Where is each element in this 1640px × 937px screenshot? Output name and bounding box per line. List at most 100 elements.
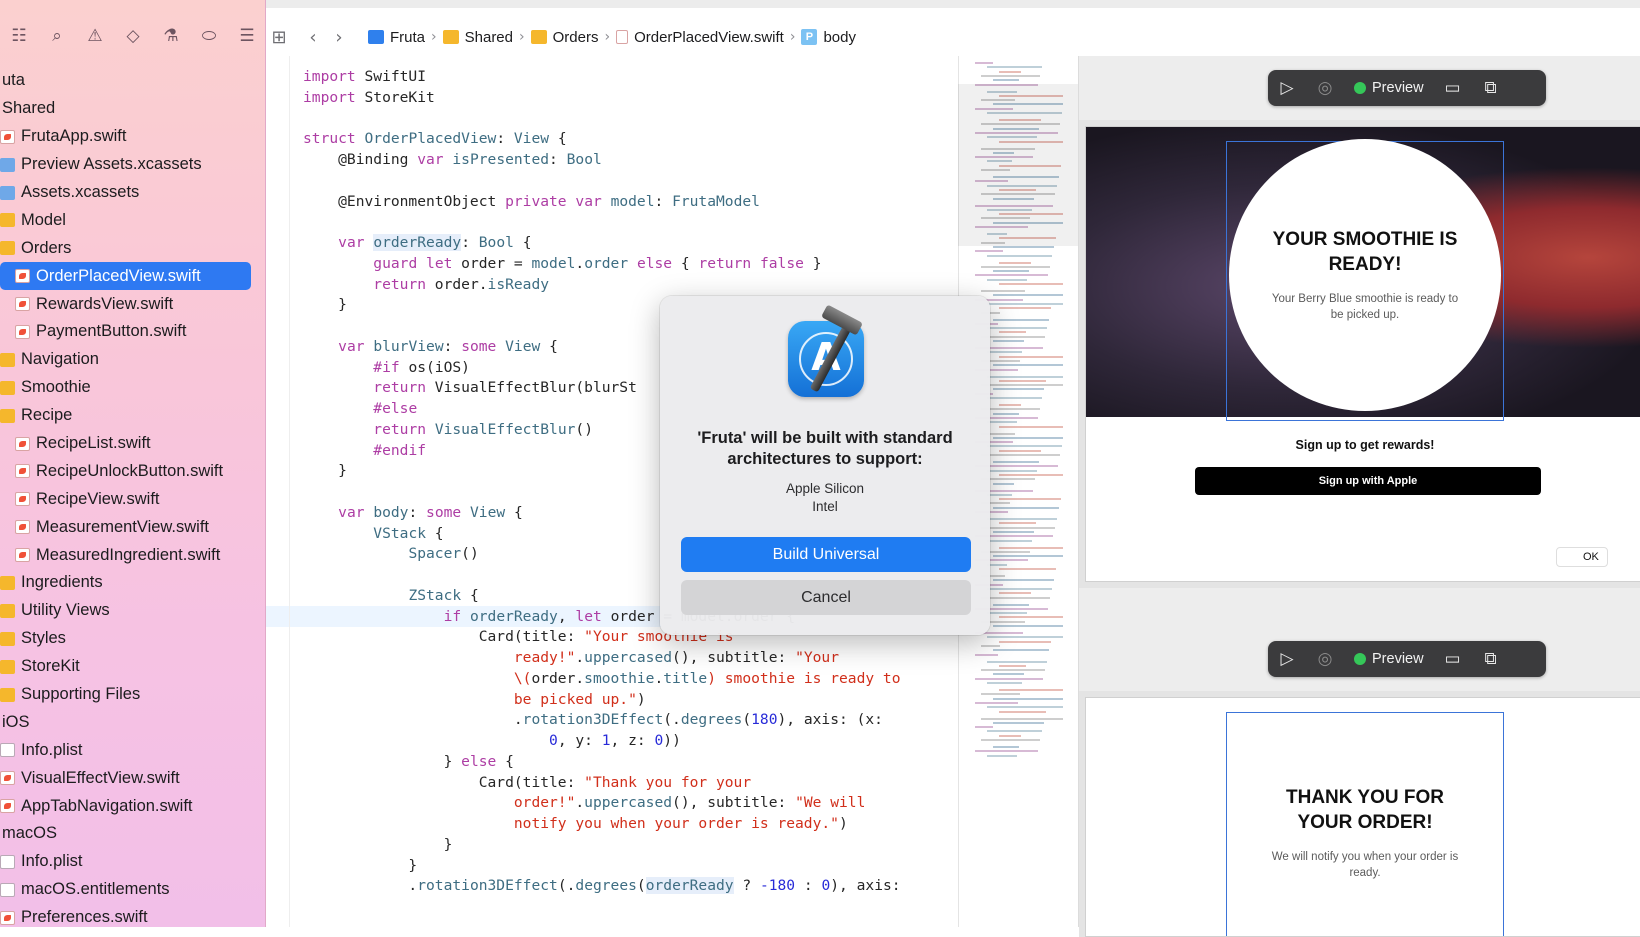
back-button[interactable]: ‹ [300, 24, 326, 50]
report-navigator-icon[interactable]: ☰ [228, 21, 265, 51]
tree-item[interactable]: Preferences.swift [0, 904, 265, 927]
build-universal-button[interactable]: Build Universal [681, 537, 971, 572]
tree-item[interactable]: RewardsView.swift [0, 290, 265, 318]
tree-item[interactable]: Styles [0, 625, 265, 653]
device-settings-icon[interactable]: ▭ [1434, 641, 1472, 677]
minimap-line [999, 710, 1046, 713]
tree-item[interactable]: VisualEffectView.swift [0, 764, 265, 792]
code-line[interactable]: return order.isReady [303, 276, 549, 298]
tree-item[interactable]: Orders [0, 234, 265, 262]
minimap-visible-region[interactable] [958, 84, 1078, 246]
tree-item[interactable]: Shared [0, 95, 265, 123]
tree-item[interactable]: MeasurementView.swift [0, 513, 265, 541]
duplicate-preview-icon[interactable]: ⧉ [1472, 70, 1510, 106]
code-line[interactable]: var blurView: some View { [303, 338, 558, 360]
breadcrumb-item[interactable]: Fruta [368, 29, 425, 46]
cancel-button[interactable]: Cancel [681, 580, 971, 615]
grid-icon[interactable]: ⊞ [266, 24, 292, 50]
navigator-folder-icon[interactable]: ☷ [0, 21, 38, 51]
tree-item[interactable]: Recipe [0, 402, 265, 430]
code-line[interactable]: order!".uppercased(), subtitle: "We will [303, 794, 866, 816]
code-line[interactable]: Card(title: "Thank you for your [303, 774, 751, 796]
tree-item[interactable]: RecipeList.swift [0, 430, 265, 458]
code-line[interactable]: return VisualEffectBlur(blurSt [303, 379, 637, 401]
tree-item[interactable]: Supporting Files [0, 681, 265, 709]
code-line[interactable]: notify you when your order is ready.") [303, 815, 848, 837]
issue-navigator-icon[interactable]: ⚠ [76, 21, 114, 51]
code-line[interactable]: } [303, 462, 347, 484]
code-line[interactable]: guard let order = model.order else { ret… [303, 255, 821, 277]
tree-item[interactable]: MeasuredIngredient.swift [0, 541, 265, 569]
breakpoint-navigator-icon[interactable]: ⬭ [190, 21, 228, 51]
duplicate-preview-icon[interactable]: ⧉ [1472, 641, 1510, 677]
minimap-line [987, 278, 1027, 281]
code-line[interactable]: import StoreKit [303, 89, 435, 111]
tree-item[interactable]: PaymentButton.swift [0, 318, 265, 346]
tree-item[interactable]: Assets.xcassets [0, 179, 265, 207]
minimap-line [993, 625, 1063, 627]
find-navigator-icon[interactable]: ⌕ [38, 21, 76, 51]
tree-item[interactable]: Info.plist [0, 736, 265, 764]
test-navigator-icon[interactable]: ◇ [114, 21, 152, 51]
minimap-line [987, 302, 1063, 305]
code-line[interactable]: import SwiftUI [303, 68, 426, 90]
tree-item[interactable]: Model [0, 206, 265, 234]
minimap-line [981, 739, 1040, 741]
ok-button[interactable]: OK [1556, 547, 1608, 567]
code-line[interactable]: #endif [303, 442, 426, 464]
tree-item[interactable]: RecipeView.swift [0, 485, 265, 513]
code-line[interactable]: } [303, 857, 417, 879]
code-token: false [759, 254, 804, 272]
preview-label[interactable]: Preview [1354, 651, 1424, 667]
tree-item[interactable]: Utility Views [0, 597, 265, 625]
code-line[interactable]: @Binding var isPresented: Bool [303, 151, 602, 173]
code-line[interactable]: VStack { [303, 525, 443, 547]
code-line[interactable]: Spacer() [303, 545, 478, 567]
tree-item[interactable]: Ingredients [0, 569, 265, 597]
code-line[interactable]: .rotation3DEffect(.degrees(orderReady ? … [303, 877, 901, 899]
code-line[interactable]: \(order.smoothie.title) smoothie is read… [303, 670, 901, 692]
breadcrumb-item[interactable]: OrderPlacedView.swift [616, 29, 784, 46]
code-line[interactable]: } [303, 296, 347, 318]
inspect-icon[interactable]: ◎ [1306, 70, 1344, 106]
tree-item[interactable]: Info.plist [0, 848, 265, 876]
breadcrumb-item[interactable]: Pbody [801, 29, 856, 46]
preview-label[interactable]: Preview [1354, 80, 1424, 96]
inspect-icon[interactable]: ◎ [1306, 641, 1344, 677]
tree-item[interactable]: iOS [0, 708, 265, 736]
sign-up-with-apple-button[interactable]: Sign up with Apple [1195, 467, 1541, 495]
tree-item[interactable]: AppTabNavigation.swift [0, 792, 265, 820]
tree-item[interactable]: uta [0, 67, 265, 95]
live-preview-icon[interactable]: ▷ [1268, 70, 1306, 106]
forward-button[interactable]: › [326, 24, 352, 50]
code-line[interactable]: var orderReady: Bool { [303, 234, 532, 256]
tree-item[interactable]: Preview Assets.xcassets [0, 151, 265, 179]
tree-item[interactable]: macOS.entitlements [0, 876, 265, 904]
breadcrumb-item[interactable]: Orders [530, 29, 598, 46]
code-line[interactable]: .rotation3DEffect(.degrees(180), axis: (… [303, 711, 883, 733]
code-line[interactable]: @EnvironmentObject private var model: Fr… [303, 193, 760, 215]
tree-item[interactable]: RecipeUnlockButton.swift [0, 457, 265, 485]
live-preview-icon[interactable]: ▷ [1268, 641, 1306, 677]
code-line[interactable]: } [303, 836, 453, 858]
code-line[interactable]: var body: some View { [303, 504, 523, 526]
breadcrumb-item[interactable]: Shared [442, 29, 513, 46]
device-settings-icon[interactable]: ▭ [1434, 70, 1472, 106]
tree-item[interactable]: OrderPlacedView.swift [0, 262, 251, 291]
code-line[interactable]: ready!".uppercased(), subtitle: "Your [303, 649, 839, 671]
code-line[interactable]: ZStack { [303, 587, 478, 609]
code-line[interactable]: return VisualEffectBlur() [303, 421, 593, 443]
debug-navigator-icon[interactable]: ⚗ [152, 21, 190, 51]
code-line[interactable]: } else { [303, 753, 514, 775]
tree-item[interactable]: FrutaApp.swift [0, 123, 265, 151]
code-line[interactable]: 0, y: 1, z: 0)) [303, 732, 681, 754]
code-token: Bool [566, 151, 602, 168]
code-line[interactable]: struct OrderPlacedView: View { [303, 130, 567, 152]
tree-item[interactable]: StoreKit [0, 653, 265, 681]
code-line[interactable]: #if os(iOS) [303, 359, 470, 381]
tree-item[interactable]: Navigation [0, 346, 265, 374]
code-line[interactable]: be picked up.") [303, 691, 646, 713]
tree-item[interactable]: Smoothie [0, 374, 265, 402]
code-line[interactable]: #else [303, 400, 417, 422]
tree-item[interactable]: macOS [0, 820, 265, 848]
